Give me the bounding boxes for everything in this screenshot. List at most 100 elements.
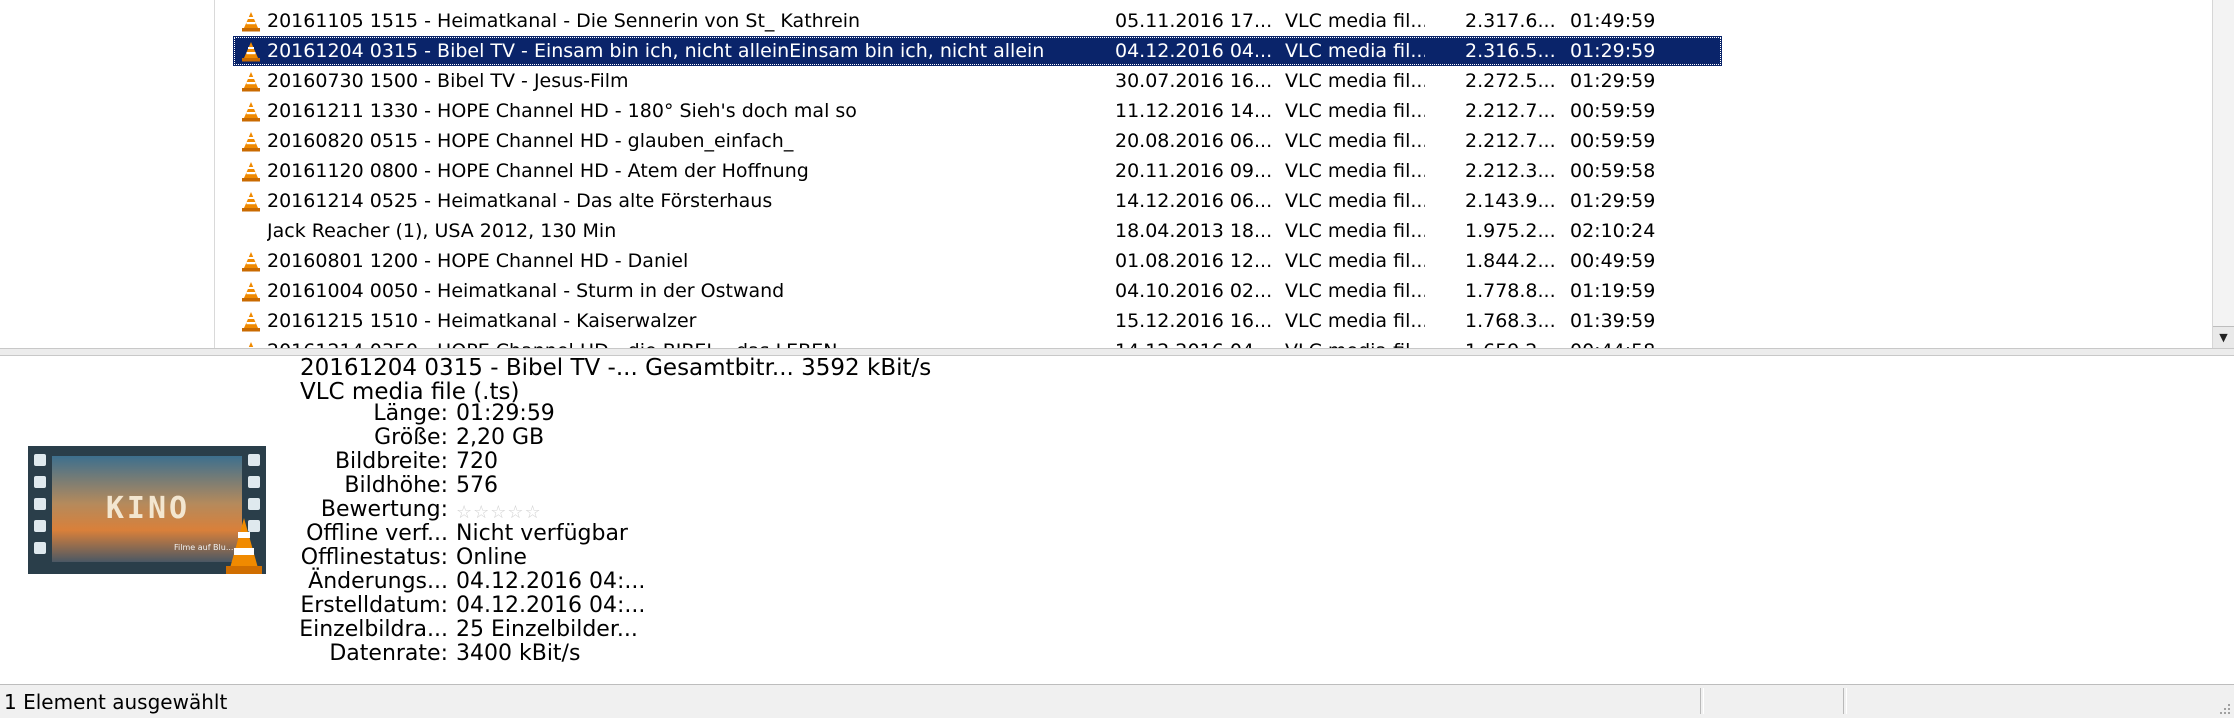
vertical-scrollbar[interactable]: ▼ xyxy=(2212,0,2234,348)
file-type: VLC media fil... xyxy=(1285,310,1425,332)
status-text: 1 Element ausgewählt xyxy=(4,690,228,714)
file-type: VLC media fil... xyxy=(1285,70,1425,92)
details-pane: KINO Filme auf Blu... 20161204 0315 - Bi… xyxy=(0,355,2234,682)
detail-property: Datenrate: 3400 kBit/s xyxy=(0,642,1200,666)
property-value: 25 Einzelbilder... xyxy=(456,617,638,642)
file-type: VLC media fil... xyxy=(1285,10,1425,32)
file-row[interactable]: 20160820 0515 - HOPE Channel HD - glaube… xyxy=(233,126,2223,156)
file-length: 00:59:58 xyxy=(1570,160,1656,182)
property-label: Größe: xyxy=(374,425,448,450)
detail-property: Bildhöhe: 576 xyxy=(0,474,1200,498)
detail-property: Offline verf... Nicht verfügbar xyxy=(0,522,1200,546)
vlc-cone-icon xyxy=(240,36,260,66)
file-type: VLC media fil... xyxy=(1285,336,1425,348)
file-row[interactable]: 20161120 0800 - HOPE Channel HD - Atem d… xyxy=(233,156,2223,186)
property-value: 3400 kBit/s xyxy=(456,641,581,666)
file-size: 2.143.9... xyxy=(1465,190,1555,212)
file-type: VLC media fil... xyxy=(1285,40,1425,62)
file-row[interactable]: 20161004 0050 - Heimatkanal - Sturm in d… xyxy=(233,276,2223,306)
property-label: Bildbreite: xyxy=(334,449,448,474)
file-row[interactable]: 20160730 1500 - Bibel TV - Jesus-Film 30.… xyxy=(233,66,2223,96)
file-length: 01:29:59 xyxy=(1570,40,1656,62)
file-date: 14.12.2016 04... xyxy=(1115,336,1275,348)
property-label: Bewertung: xyxy=(320,497,448,522)
property-value: 01:29:59 xyxy=(456,401,555,426)
file-date: 30.07.2016 16... xyxy=(1115,70,1273,92)
property-value: Nicht verfügbar xyxy=(456,521,628,546)
file-size: 1.778.8... xyxy=(1465,280,1555,302)
navigation-pane[interactable] xyxy=(0,0,215,348)
file-list: 20161105 1515 - Heimatkanal - Die Senner… xyxy=(233,6,2223,348)
vlc-cone-icon xyxy=(240,306,260,336)
file-date: 20.08.2016 06... xyxy=(1115,130,1273,152)
detail-property: Änderungs... 04.12.2016 04:... xyxy=(0,570,1200,594)
status-divider xyxy=(1843,688,1847,714)
file-length: 00:44:58 xyxy=(1570,336,1670,348)
file-row[interactable]: 20160801 1200 - HOPE Channel HD - Daniel… xyxy=(233,246,2223,276)
vlc-cone-icon xyxy=(240,66,260,96)
status-bar: 1 Element ausgewählt xyxy=(0,684,2234,718)
file-length: 00:59:59 xyxy=(1570,130,1656,152)
file-size: 1.768.3... xyxy=(1465,310,1555,332)
file-size: 2.316.5... xyxy=(1465,40,1555,62)
property-value: 04.12.2016 04:... xyxy=(456,569,646,594)
property-label: Datenrate: xyxy=(329,641,448,666)
file-row[interactable]: 20161204 0315 - Bibel TV - Einsam bin ic… xyxy=(233,36,1722,66)
file-row[interactable]: 20161214 0525 - Heimatkanal - Das alte F… xyxy=(233,186,2223,216)
file-type: VLC media fil... xyxy=(1285,160,1425,182)
property-label: Offline verf... xyxy=(306,521,448,546)
vlc-cone-icon xyxy=(240,126,260,156)
file-row[interactable]: 20161211 1330 - HOPE Channel HD - 180° S… xyxy=(233,96,2223,126)
vlc-cone-icon xyxy=(240,276,260,306)
file-row[interactable]: 20161214 0350 - HOPE Channel HD - die BI… xyxy=(233,336,2223,348)
file-type: VLC media fil... xyxy=(1285,130,1425,152)
property-label: Einzelbildra... xyxy=(299,617,448,642)
file-date: 04.10.2016 02... xyxy=(1115,280,1273,302)
file-size: 1.975.2... xyxy=(1465,220,1555,242)
detail-property: Einzelbildra... 25 Einzelbilder... xyxy=(0,618,1200,642)
detail-property: Größe: 2,20 GB xyxy=(0,426,1200,450)
file-type: VLC media fil... xyxy=(1285,100,1425,122)
property-label: Bildhöhe: xyxy=(344,473,448,498)
property-label: Länge: xyxy=(373,401,448,426)
property-label: Offlinestatus: xyxy=(300,545,448,570)
file-row[interactable]: Jack Reacher (1), USA 2012, 130 Min 18.04… xyxy=(233,216,2223,246)
file-date: 04.12.2016 04... xyxy=(1115,40,1273,62)
file-list-pane: 20161105 1515 - Heimatkanal - Die Senner… xyxy=(0,0,2234,348)
property-value: 576 xyxy=(456,473,498,498)
vlc-cone-icon xyxy=(240,96,260,126)
file-type: VLC media fil... xyxy=(1285,250,1425,272)
file-length: 01:49:59 xyxy=(1570,10,1656,32)
file-length: 00:59:59 xyxy=(1570,100,1656,122)
file-date: 15.12.2016 16... xyxy=(1115,310,1273,332)
file-length: 00:49:59 xyxy=(1570,250,1656,272)
detail-properties: Länge: 01:29:59 Größe: 2,20 GB Bildbreite: 72… xyxy=(0,402,1200,666)
file-row[interactable]: 20161105 1515 - Heimatkanal - Die Senner… xyxy=(233,6,2223,36)
file-row[interactable]: 20161215 1510 - Heimatkanal - Kaiserwalz… xyxy=(233,306,2223,336)
file-length: 01:19:59 xyxy=(1570,280,1656,302)
property-label: Änderungs... xyxy=(308,569,448,594)
file-date: 20.11.2016 09... xyxy=(1115,160,1273,182)
file-date: 18.04.2013 18... xyxy=(1115,220,1273,242)
detail-property: Erstelldatum: 04.12.2016 04:... xyxy=(0,594,1200,618)
blank-file-icon xyxy=(240,216,260,246)
vlc-cone-icon xyxy=(240,156,260,186)
file-size: 1.659.2... xyxy=(1465,336,1555,348)
vlc-cone-icon xyxy=(240,186,260,216)
file-size: 2.317.6... xyxy=(1465,10,1555,32)
file-type: VLC media fil... xyxy=(1285,280,1425,302)
property-value: Online xyxy=(456,545,527,570)
resize-grip-icon[interactable] xyxy=(2216,700,2232,716)
file-type: VLC media fil... xyxy=(1285,190,1425,212)
file-length: 02:10:24 xyxy=(1570,220,1656,242)
property-value: 04.12.2016 04:... xyxy=(456,593,646,618)
detail-property: Länge: 01:29:59 xyxy=(0,402,1200,426)
status-divider xyxy=(1700,688,1704,714)
file-length: 01:39:59 xyxy=(1570,310,1656,332)
scroll-down-arrow-icon[interactable]: ▼ xyxy=(2213,326,2234,348)
vlc-cone-icon xyxy=(240,246,260,276)
file-size: 2.272.5... xyxy=(1465,70,1555,92)
file-size: 2.212.7... xyxy=(1465,100,1555,122)
file-type: VLC media fil... xyxy=(1285,220,1425,242)
file-length: 01:29:59 xyxy=(1570,70,1656,92)
